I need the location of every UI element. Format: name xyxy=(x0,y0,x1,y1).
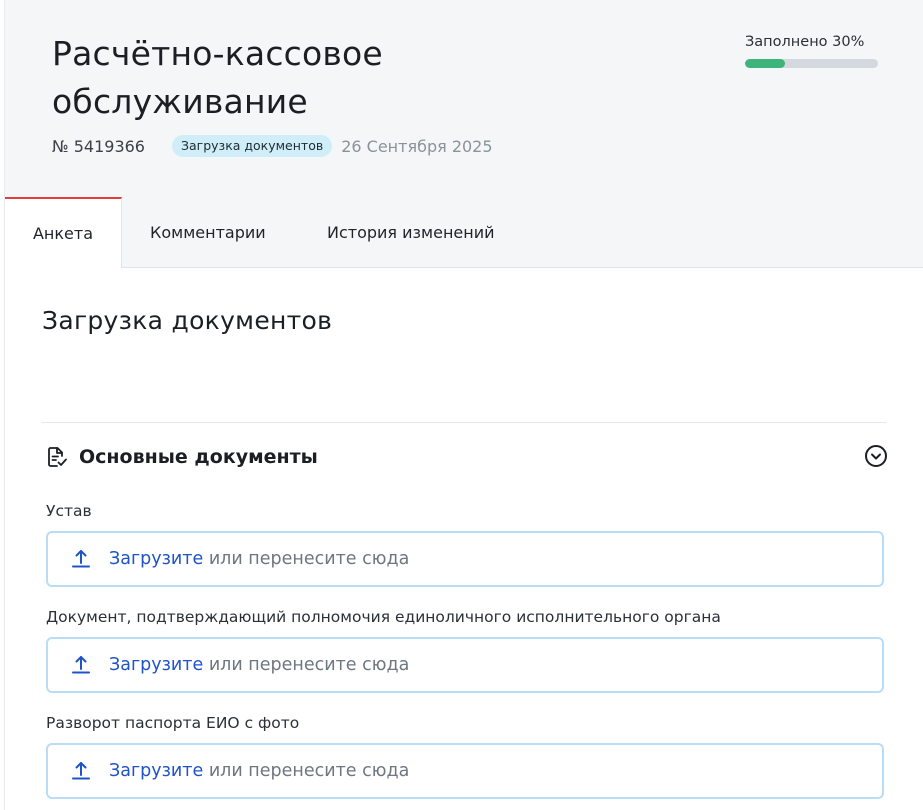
request-header: Расчётно-кассовое обслуживание № 5419366… xyxy=(5,0,923,197)
request-number: № 5419366 xyxy=(52,136,145,156)
section-title: Загрузка документов xyxy=(42,306,333,335)
chevron-down-circle-icon[interactable] xyxy=(864,444,888,468)
tab-bar: Анкета Комментарии История изменений xyxy=(5,197,923,268)
upload-dropzone-ustav[interactable]: Загрузите или перенесите сюда xyxy=(46,531,884,587)
page-title-line-1: Расчётно-кассовое xyxy=(52,34,383,73)
application-window: Расчётно-кассовое обслуживание № 5419366… xyxy=(4,0,923,810)
upload-link[interactable]: Загрузите xyxy=(109,549,203,569)
group-title: Основные документы xyxy=(79,446,318,468)
dropzone-text: Загрузите или перенесите сюда xyxy=(109,549,409,569)
dropzone-hint: или перенесите сюда xyxy=(203,549,410,569)
document-check-icon xyxy=(48,447,67,467)
upload-link[interactable]: Загрузите xyxy=(109,761,203,781)
dropzone-hint: или перенесите сюда xyxy=(203,655,410,675)
progress-track xyxy=(745,59,878,68)
completion-progress: Заполнено 30% xyxy=(745,34,878,68)
dropzone-hint: или перенесите сюда xyxy=(203,761,410,781)
section-divider xyxy=(42,422,886,423)
tab-history[interactable]: История изменений xyxy=(327,197,495,267)
progress-fill xyxy=(745,59,785,68)
upload-icon xyxy=(72,762,90,780)
upload-dropzone-authority-document[interactable]: Загрузите или перенесите сюда xyxy=(46,637,884,693)
request-meta: № 5419366 Загрузка документов 26 Сентябр… xyxy=(52,134,493,158)
tab-comments[interactable]: Комментарии xyxy=(150,197,266,267)
tab-anketa[interactable]: Анкета xyxy=(5,197,122,268)
request-date: 26 Сентября 2025 xyxy=(341,136,493,156)
field-label-passport: Разворот паспорта ЕИО с фото xyxy=(46,714,300,732)
page-title-line-2: обслуживание xyxy=(52,82,308,121)
field-label-ustav: Устав xyxy=(46,502,92,520)
upload-icon xyxy=(72,656,90,674)
dropzone-text: Загрузите или перенесите сюда xyxy=(109,655,409,675)
upload-icon xyxy=(72,550,90,568)
upload-dropzone-passport[interactable]: Загрузите или перенесите сюда xyxy=(46,743,884,799)
page-title: Расчётно-кассовое обслуживание xyxy=(52,30,552,126)
field-label-authority-document: Документ, подтверждающий полномочия един… xyxy=(46,608,721,626)
progress-label: Заполнено 30% xyxy=(745,34,865,50)
upload-link[interactable]: Загрузите xyxy=(109,655,203,675)
dropzone-text: Загрузите или перенесите сюда xyxy=(109,761,409,781)
group-header-main-documents[interactable]: Основные документы xyxy=(46,442,888,472)
status-badge: Загрузка документов xyxy=(171,135,333,157)
